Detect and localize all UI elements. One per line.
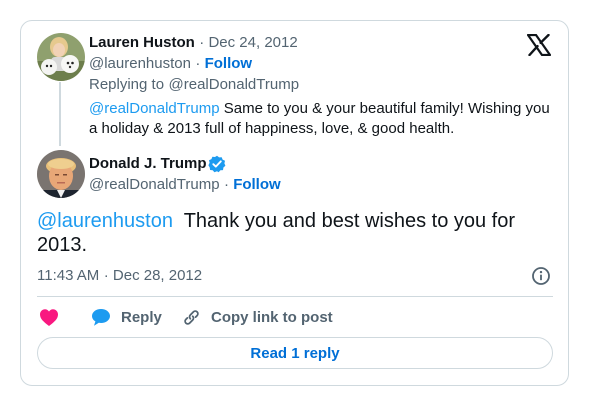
main-date[interactable]: Dec 28, 2012 <box>113 267 202 284</box>
reply-tweet-text: @realDonaldTrump Same to you & your beau… <box>89 99 559 139</box>
main-follow-link[interactable]: Follow <box>233 176 281 193</box>
reply-author-row: Lauren Huston · Dec 24, 2012 <box>89 34 298 52</box>
link-icon[interactable] <box>182 308 201 327</box>
replying-to-label: Replying to <box>89 76 165 93</box>
timestamp-row[interactable]: 11:43 AM · Dec 28, 2012 <box>37 267 202 285</box>
reply-mention-link[interactable]: @realDonaldTrump <box>89 100 220 117</box>
main-time[interactable]: 11:43 AM <box>37 267 99 284</box>
reply-bubble-icon[interactable] <box>91 308 111 327</box>
embedded-post-card <box>20 20 569 386</box>
reply-action-label[interactable]: Reply <box>121 309 162 326</box>
main-author-name[interactable]: Donald J. Trump <box>89 155 207 172</box>
reply-text-line-1: @realDonaldTrump Same to you & your beau… <box>89 99 559 119</box>
heart-icon[interactable] <box>39 308 59 327</box>
separator-dot: · <box>103 267 113 284</box>
read-replies-button[interactable]: Read 1 reply <box>37 337 553 369</box>
replying-to-row: Replying to @realDonaldTrump <box>89 76 299 94</box>
main-tweet-text: @laurenhuston Thank you and best wishes … <box>37 209 537 257</box>
main-author-handle[interactable]: @realDonaldTrump <box>89 176 220 193</box>
main-text-line-2: 2013. <box>37 234 88 256</box>
divider <box>37 296 553 297</box>
reply-date[interactable]: Dec 24, 2012 <box>208 34 297 51</box>
separator-dot: · <box>224 176 234 193</box>
separator-dot: · <box>195 55 205 72</box>
donald-trump-avatar[interactable] <box>37 150 85 198</box>
copy-link-action[interactable]: Copy link to post <box>211 309 333 327</box>
lauren-huston-avatar[interactable] <box>37 33 85 81</box>
reply-action[interactable]: Reply <box>121 309 162 327</box>
main-mention-link[interactable]: @laurenhuston <box>37 210 173 232</box>
main-text-line-1: @laurenhuston Thank you and best wishes … <box>37 209 537 233</box>
reply-text-line-1-rest: Same to you & your beautiful family! Wis… <box>223 100 550 117</box>
info-icon[interactable] <box>531 266 551 286</box>
main-author-row: Donald J. Trump <box>89 155 207 173</box>
reply-author-name[interactable]: Lauren Huston <box>89 34 195 51</box>
reply-author-handle[interactable]: @laurenhuston <box>89 55 191 72</box>
x-logo-icon[interactable] <box>527 34 551 56</box>
reply-follow-link[interactable]: Follow <box>205 55 253 72</box>
copy-link-label[interactable]: Copy link to post <box>211 309 333 326</box>
replying-to-handle[interactable]: @realDonaldTrump <box>169 76 300 93</box>
verified-badge-icon <box>208 155 226 173</box>
reply-handle-row: @laurenhuston · Follow <box>89 55 252 73</box>
main-text-line-1-rest: Thank you and best wishes to you for <box>183 210 516 232</box>
main-handle-row: @realDonaldTrump · Follow <box>89 176 281 194</box>
thread-connector-line <box>59 82 61 146</box>
reply-text-line-2: a holiday & 2013 full of happiness, love… <box>89 120 455 137</box>
